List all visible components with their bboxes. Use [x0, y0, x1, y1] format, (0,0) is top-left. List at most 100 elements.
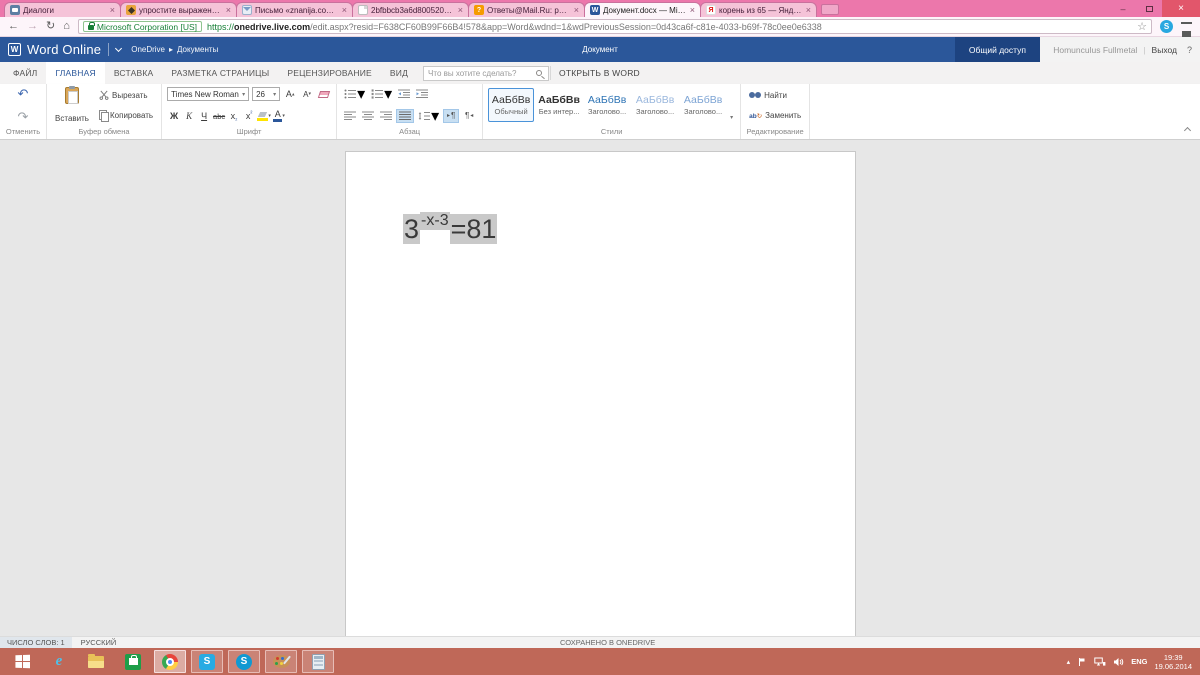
style-heading-1[interactable]: АаБбВв Заголово... [584, 88, 630, 122]
open-in-word-button[interactable]: ОТКРЫТЬ В WORD [559, 62, 640, 84]
style-heading-3[interactable]: АаБбВв Заголово... [680, 88, 726, 122]
tab-otvety[interactable]: ? Ответы@Mail.Ru: разлож × [468, 2, 585, 17]
security-chip[interactable]: Microsoft Corporation [US] [83, 21, 202, 32]
justify-button[interactable] [396, 109, 414, 123]
tab-page-layout[interactable]: РАЗМЕТКА СТРАНИЦЫ [162, 62, 278, 84]
tab-home[interactable]: ГЛАВНАЯ [46, 62, 104, 84]
grow-font-button[interactable]: A▾ [283, 87, 297, 101]
new-tab-button[interactable] [821, 4, 839, 15]
underline-button[interactable]: Ч [197, 109, 211, 123]
clear-formatting-button[interactable] [317, 87, 331, 101]
chevron-down-icon[interactable] [115, 45, 122, 52]
browser-menu-icon[interactable] [1181, 22, 1192, 31]
shrink-font-button[interactable]: A▾ [300, 87, 314, 101]
align-right-button[interactable] [378, 109, 394, 123]
sign-out-link[interactable]: Выход [1152, 45, 1177, 55]
tab-word-document[interactable]: W Документ.docx — Micros × [584, 2, 701, 17]
align-center-button[interactable] [360, 109, 376, 123]
tab-document-hash[interactable]: 2bfbbcb3a6d800520897d0 × [352, 2, 469, 17]
style-normal[interactable]: АаБбВв Обычный [488, 88, 534, 122]
bookmark-star-icon[interactable]: ☆ [1137, 20, 1147, 33]
strikethrough-button[interactable]: abc [212, 109, 226, 123]
bullets-button[interactable]: ▾ [342, 87, 367, 101]
tab-close-icon[interactable]: × [226, 6, 231, 15]
share-button[interactable]: Общий доступ [955, 37, 1040, 62]
breadcrumb-onedrive[interactable]: OneDrive [131, 45, 165, 54]
replace-button[interactable]: ab↻ Заменить [746, 107, 804, 123]
tab-close-icon[interactable]: × [690, 6, 695, 15]
superscript-button[interactable]: x² [242, 109, 256, 123]
tab-znanija[interactable]: упростите выражение4√ × [120, 2, 237, 17]
show-hidden-icons[interactable]: ▴ [1067, 658, 1071, 666]
more-styles-button[interactable]: ▾ [728, 114, 735, 123]
tab-close-icon[interactable]: × [342, 6, 347, 15]
back-button[interactable]: ← [8, 21, 19, 32]
taskbar-paint[interactable] [265, 650, 297, 673]
tab-close-icon[interactable]: × [574, 6, 579, 15]
find-button[interactable]: Найти [746, 87, 804, 103]
rtl-direction-button[interactable]: ¶ ◂ [461, 109, 477, 123]
numbering-button[interactable]: ▾ [369, 87, 394, 101]
window-close-button[interactable]: × [1162, 0, 1200, 17]
action-center-flag-icon[interactable] [1077, 657, 1087, 667]
italic-button[interactable]: К [182, 109, 196, 123]
forward-button[interactable]: → [27, 21, 38, 32]
language-switcher[interactable]: ENG [1131, 657, 1147, 666]
taskbar-calculator[interactable] [302, 650, 334, 673]
taskbar-skype-desktop[interactable]: S [191, 650, 223, 673]
taskbar-chrome[interactable] [154, 650, 186, 673]
tab-mail-letter[interactable]: Письмо «znanija.com - п × [236, 2, 353, 17]
tab-insert[interactable]: ВСТАВКА [105, 62, 163, 84]
tab-file[interactable]: ФАЙЛ [4, 62, 46, 84]
paste-button[interactable]: Вставить [52, 87, 92, 123]
calculator-icon [312, 654, 325, 670]
tell-me-input[interactable] [423, 66, 549, 81]
taskbar-store[interactable] [117, 650, 149, 673]
tab-close-icon[interactable]: × [458, 6, 463, 15]
tab-close-icon[interactable]: × [110, 6, 115, 15]
increase-indent-button[interactable] [414, 87, 430, 101]
word-count[interactable]: ЧИСЛО СЛОВ: 1 [0, 637, 72, 648]
skype-extension-icon[interactable]: S [1160, 20, 1173, 33]
line-spacing-button[interactable]: ▾ [416, 109, 441, 123]
window-minimize-button[interactable]: – [1110, 0, 1136, 17]
skype-square-icon: S [199, 654, 215, 670]
equation-text[interactable]: 3-x-3=81 [403, 212, 497, 244]
language-indicator[interactable]: РУССКИЙ [81, 638, 117, 647]
font-name-combo[interactable]: Times New Roman ▾ [167, 87, 249, 101]
tab-dialogs[interactable]: Диалоги × [4, 2, 121, 17]
taskbar-internet-explorer[interactable]: ab e [43, 650, 75, 673]
highlight-button[interactable]: ▾ [257, 109, 271, 123]
help-button[interactable]: ? [1187, 45, 1192, 55]
home-button[interactable]: ⌂ [63, 21, 70, 32]
tab-close-icon[interactable]: × [806, 6, 811, 15]
window-restore-button[interactable] [1136, 0, 1162, 17]
tab-review[interactable]: РЕЦЕНЗИРОВАНИЕ [278, 62, 381, 84]
undo-button[interactable]: ↶ [18, 87, 29, 100]
tab-view[interactable]: ВИД [381, 62, 417, 84]
taskbar-clock[interactable]: 19:39 19.06.2014 [1154, 653, 1192, 671]
style-no-spacing[interactable]: АаБбВв Без интер... [536, 88, 582, 122]
address-bar[interactable]: Microsoft Corporation [US] https://onedr… [78, 19, 1152, 34]
ltr-direction-button[interactable]: ▸ ¶ [443, 109, 459, 123]
align-left-button[interactable] [342, 109, 358, 123]
font-size-combo[interactable]: 26 ▾ [252, 87, 280, 101]
network-icon[interactable] [1094, 657, 1106, 667]
cut-button[interactable]: Вырезать [96, 87, 156, 103]
style-heading-2[interactable]: АаБбВв Заголово... [632, 88, 678, 122]
document-page[interactable]: 3-x-3=81 [345, 151, 856, 636]
copy-button[interactable]: Копировать [96, 107, 156, 123]
volume-icon[interactable] [1113, 657, 1124, 667]
subscript-button[interactable]: x₂ [227, 109, 241, 123]
taskbar-skype[interactable]: S [228, 650, 260, 673]
word-logo-icon[interactable]: W [8, 43, 21, 56]
start-button[interactable] [6, 650, 38, 673]
reload-button[interactable]: ↻ [46, 21, 55, 32]
font-color-button[interactable]: А▾ [272, 109, 286, 123]
redo-button[interactable]: ↷ [18, 110, 29, 123]
breadcrumb-documents[interactable]: Документы [177, 45, 218, 54]
decrease-indent-button[interactable] [396, 87, 412, 101]
bold-button[interactable]: Ж [167, 109, 181, 123]
tab-yandex[interactable]: Я корень из 65 — Яндекс: н × [700, 2, 817, 17]
taskbar-file-explorer[interactable] [80, 650, 112, 673]
